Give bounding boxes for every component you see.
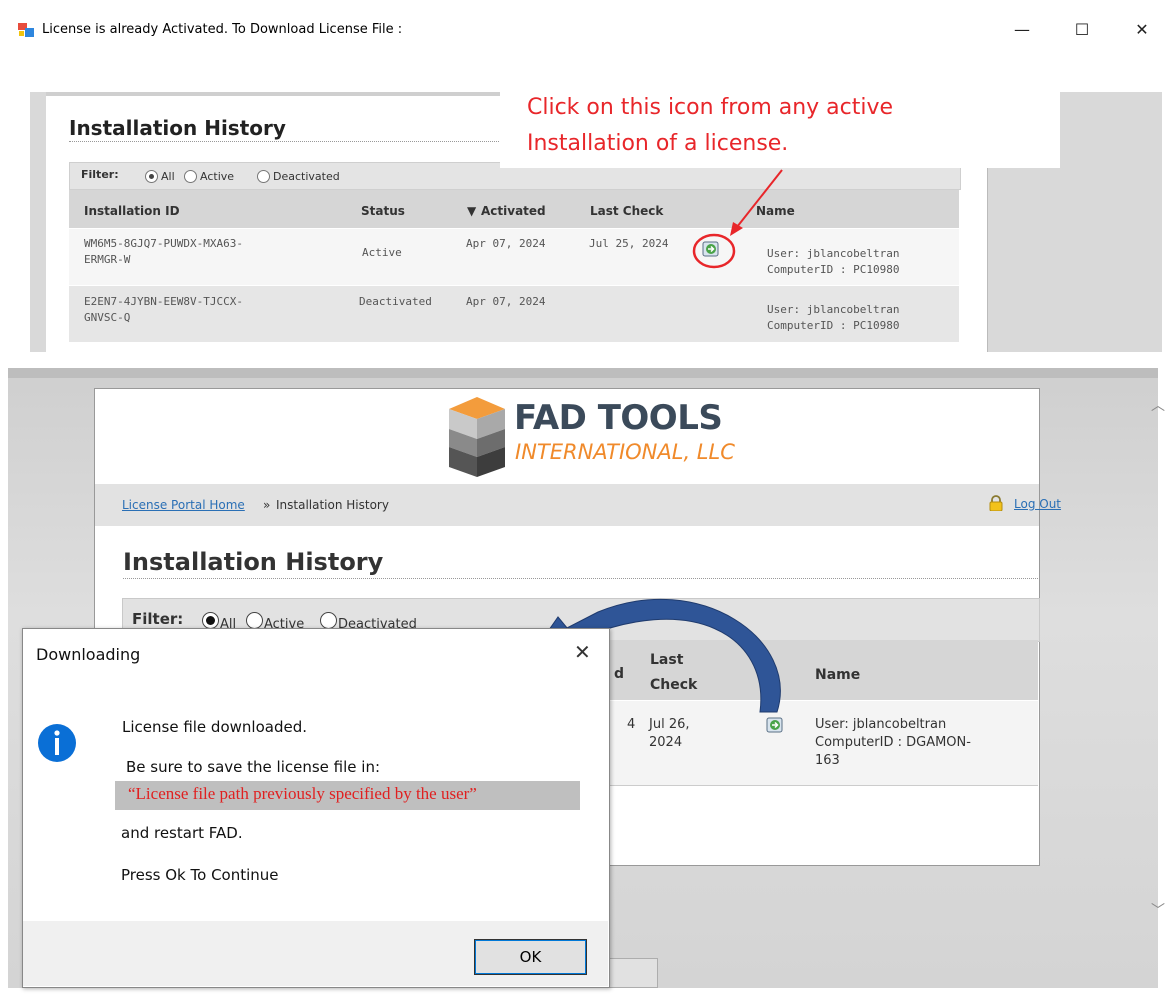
- top-filter-active-label: Active: [200, 170, 235, 183]
- dialog-close-button[interactable]: ✕: [574, 640, 591, 664]
- logout-link[interactable]: Log Out: [1014, 497, 1061, 511]
- close-window-button[interactable]: ✕: [1127, 18, 1157, 42]
- breadcrumb-separator: »: [263, 498, 271, 512]
- breadcrumb-home-link[interactable]: License Portal Home: [122, 498, 245, 512]
- col-last-check-line2[interactable]: Check: [650, 677, 697, 693]
- filter-radio-active[interactable]: [246, 612, 263, 629]
- top-col-activated[interactable]: Activated: [481, 204, 546, 218]
- callout-line2: Installation of a license.: [527, 131, 789, 156]
- dialog-message-downloaded: License file downloaded.: [122, 718, 307, 736]
- top-panel-topline: [46, 92, 506, 96]
- callout-line1: Click on this icon from any active: [527, 95, 894, 120]
- top-col-last-check[interactable]: Last Check: [590, 204, 663, 218]
- minimize-button[interactable]: —: [1007, 18, 1037, 42]
- col-activated-tail[interactable]: d: [614, 666, 624, 682]
- dialog-message-save: Be sure to save the license file in:: [126, 758, 381, 776]
- top-filter-deactivated-label: Deactivated: [273, 170, 340, 183]
- license-path-text: “License file path previously specified …: [128, 784, 477, 803]
- filter-label: Filter:: [132, 610, 184, 628]
- info-icon: [38, 724, 76, 762]
- row-last-check-line1: Jul 26,: [649, 717, 690, 732]
- download-license-icon[interactable]: [764, 714, 786, 736]
- top-row2-status: Deactivated: [359, 295, 432, 308]
- top-row1-name-line1: User: jblancobeltran: [767, 247, 900, 260]
- top-installation-history-heading: Installation History: [69, 116, 286, 140]
- logo-subtitle: INTERNATIONAL, LLC: [515, 440, 735, 464]
- scroll-down-chevron-icon[interactable]: ﹀: [1151, 900, 1165, 920]
- top-col-name[interactable]: Name: [756, 204, 795, 218]
- row-name-line2: ComputerID : DGAMON-: [815, 735, 971, 750]
- breadcrumb-current: Installation History: [276, 498, 389, 512]
- top-col-installation-id[interactable]: Installation ID: [84, 204, 180, 218]
- top-filter-radio-deactivated[interactable]: [257, 170, 270, 183]
- filter-radio-all[interactable]: [202, 612, 219, 629]
- top-col-activated-sort-icon: ▼: [467, 204, 477, 218]
- app-window-icon: [18, 23, 34, 37]
- dialog-title: Downloading: [36, 645, 141, 664]
- fad-logo-mark: [449, 397, 505, 477]
- window-title: License is already Activated. To Downloa…: [42, 22, 403, 37]
- row-last-check-line2: 2024: [649, 735, 683, 750]
- top-row1-id-line1: WM6M5-8GJQ7-PUWDX-MXA63-: [84, 237, 243, 250]
- highlight-circle: [692, 233, 736, 269]
- top-row1-name-line2: ComputerID : PC10980: [767, 263, 900, 276]
- row-name-line3: 163: [815, 753, 840, 768]
- top-filter-label: Filter:: [81, 168, 119, 181]
- top-filter-radio-active[interactable]: [184, 170, 197, 183]
- maximize-button[interactable]: ☐: [1067, 18, 1097, 42]
- heading-rule: [123, 578, 1040, 579]
- top-row1-activated: Apr 07, 2024: [466, 237, 546, 250]
- top-row1-last-check: Jul 25, 2024: [589, 237, 669, 250]
- installation-history-heading: Installation History: [123, 548, 384, 576]
- dialog-message-restart: and restart FAD.: [121, 824, 243, 842]
- top-row1-id-line2: ERMGR-W: [84, 253, 131, 266]
- top-panel-margin-left: [30, 92, 46, 352]
- lock-icon: [989, 495, 1003, 511]
- row-name-line1: User: jblancobeltran: [815, 717, 947, 732]
- top-filter-radio-all[interactable]: [145, 170, 158, 183]
- dialog-message-continue: Press Ok To Continue: [121, 866, 279, 884]
- top-col-status[interactable]: Status: [361, 204, 405, 218]
- filter-radio-deactivated[interactable]: [320, 612, 337, 629]
- top-row2-id-line2: GNVSC-Q: [84, 311, 131, 324]
- row-activated-tail: 4: [627, 717, 636, 732]
- bottom-screenshot-topshade: [8, 368, 1158, 378]
- col-name[interactable]: Name: [815, 667, 860, 683]
- top-row2-activated: Apr 07, 2024: [466, 295, 546, 308]
- logo-title: FAD TOOLS: [514, 398, 723, 438]
- col-last-check-line1[interactable]: Last: [650, 652, 683, 668]
- top-row2-id-line1: E2EN7-4JYBN-EEW8V-TJCCX-: [84, 295, 243, 308]
- top-row2-name-line2: ComputerID : PC10980: [767, 319, 900, 332]
- top-filter-all-label: All: [161, 170, 175, 183]
- scroll-up-chevron-icon[interactable]: ︿: [1151, 395, 1165, 415]
- ok-button[interactable]: OK: [474, 939, 587, 975]
- top-row2-name-line1: User: jblancobeltran: [767, 303, 900, 316]
- top-row1-status: Active: [362, 246, 402, 259]
